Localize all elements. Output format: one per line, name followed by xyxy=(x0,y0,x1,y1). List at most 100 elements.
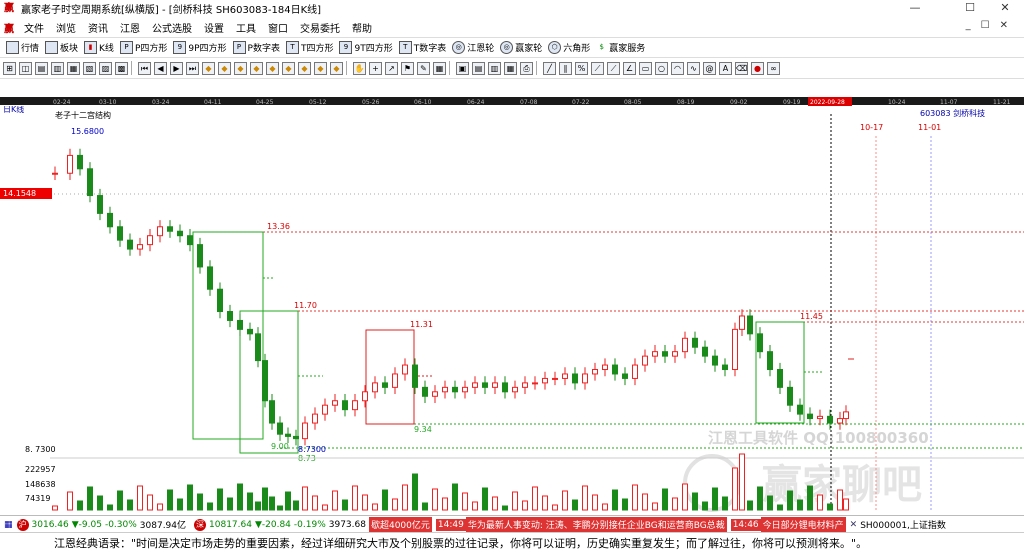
toolbar-9t-square[interactable]: 9 9T四方形 xyxy=(339,41,393,54)
infinity-icon[interactable]: ∞ xyxy=(767,61,780,75)
maximize-button[interactable]: ☐ xyxy=(955,0,985,17)
grid-tool-icon[interactable]: ▦ xyxy=(504,61,517,75)
candle-icon: ▮ xyxy=(84,41,98,54)
toolbar-quotes[interactable]: 行情 xyxy=(6,41,39,54)
candle-body xyxy=(392,373,398,388)
color-icon[interactable]: ● xyxy=(751,61,764,75)
toolbar-p-table[interactable]: P P数字表 xyxy=(232,41,280,54)
print-icon[interactable]: ⎙ xyxy=(520,61,533,75)
menu-help[interactable]: 帮助 xyxy=(346,20,378,35)
tool-icon-7[interactable]: ▨ xyxy=(99,61,112,75)
tool-icon-6[interactable]: ▧ xyxy=(83,61,96,75)
news-headline-2[interactable]: 今日部分锂电材料产 xyxy=(760,517,846,532)
price-axis-low: 8. 7300 xyxy=(25,445,56,454)
volume-bar xyxy=(107,504,113,511)
percent-icon[interactable]: % xyxy=(575,61,588,75)
menu-formula[interactable]: 公式选股 xyxy=(146,20,198,35)
prev-icon[interactable]: ◀ xyxy=(154,61,167,75)
blocks-icon xyxy=(45,41,59,54)
chart-icon[interactable]: ▦ xyxy=(433,61,446,75)
tool-icon-3[interactable]: ▤ xyxy=(35,61,48,75)
mdi-controls[interactable]: _☐✕ xyxy=(966,20,1018,31)
grid-status-icon[interactable]: ▦ xyxy=(4,520,13,530)
candle-body xyxy=(712,355,718,366)
arrow-icon[interactable]: ↗ xyxy=(385,61,398,75)
volume-bar xyxy=(167,489,173,511)
candle-body xyxy=(722,364,728,371)
tool-icon-8[interactable]: ▩ xyxy=(115,61,128,75)
rect-icon[interactable]: ▭ xyxy=(639,61,652,75)
current-code[interactable]: SH000001,上证指数 xyxy=(860,518,946,531)
app-logo-icon: 赢 xyxy=(4,2,14,14)
menu-trade[interactable]: 交易委托 xyxy=(294,20,346,35)
menu-settings[interactable]: 设置 xyxy=(198,20,230,35)
toolbar-sectors[interactable]: 板块 xyxy=(45,41,78,54)
diamond-icon-5[interactable]: ◆ xyxy=(266,61,279,75)
candle-body xyxy=(807,413,813,420)
toolbar-t-table[interactable]: T T数字表 xyxy=(398,41,446,54)
diamond-icon-9[interactable]: ◆ xyxy=(330,61,343,75)
app-menu-icon[interactable]: 赢 xyxy=(4,20,18,35)
sz-amount: 3973.68 xyxy=(328,519,366,530)
arc-icon[interactable]: ◠ xyxy=(671,61,684,75)
layout-icon[interactable]: ▥ xyxy=(488,61,501,75)
volume-bar xyxy=(227,497,233,511)
menu-browse[interactable]: 浏览 xyxy=(50,20,82,35)
toolbar-kline[interactable]: ▮ K线 xyxy=(84,41,114,54)
close-button[interactable]: ✕ xyxy=(990,0,1020,17)
pen-icon[interactable]: ✎ xyxy=(417,61,430,75)
first-icon[interactable]: ⏮ xyxy=(138,61,151,75)
diamond-icon-1[interactable]: ◆ xyxy=(202,61,215,75)
news-headline-1[interactable]: 华为最新人事变动: 汪涛、李鹏分别接任企业BG和运营商BG总裁 xyxy=(465,517,727,532)
hand-icon[interactable]: ✋ xyxy=(353,61,366,75)
candle-body xyxy=(167,226,173,232)
save-icon[interactable]: ▣ xyxy=(456,61,469,75)
text-tool-icon[interactable]: A xyxy=(719,61,732,75)
crosshair-icon[interactable]: + xyxy=(369,61,382,75)
minimize-button[interactable]: — xyxy=(900,0,930,17)
volume-bar xyxy=(67,491,73,511)
toolbar-gann-wheel[interactable]: ◎ 江恩轮 xyxy=(452,41,494,54)
cycle-icon[interactable]: ∿ xyxy=(687,61,700,75)
fan-icon[interactable]: ⟋ xyxy=(591,61,604,75)
diamond-icon-4[interactable]: ◆ xyxy=(250,61,263,75)
flag-icon[interactable]: ⚑ xyxy=(401,61,414,75)
ray-icon[interactable]: ⟋ xyxy=(607,61,620,75)
toolbar-9p-square[interactable]: 9 9P四方形 xyxy=(173,41,227,54)
diamond-icon-8[interactable]: ◆ xyxy=(314,61,327,75)
next-icon[interactable]: ▶ xyxy=(170,61,183,75)
date-tick: 02-24 xyxy=(53,99,71,106)
last-icon[interactable]: ⏭ xyxy=(186,61,199,75)
candle-body xyxy=(757,333,763,353)
diamond-icon-7[interactable]: ◆ xyxy=(298,61,311,75)
diamond-icon-3[interactable]: ◆ xyxy=(234,61,247,75)
menu-tools[interactable]: 工具 xyxy=(230,20,262,35)
kline-chart[interactable]: 江恩工具软件 QQ:100800360 赢家聊吧 日K线 老子十二宫结构 603… xyxy=(0,106,1024,515)
diamond-icon-2[interactable]: ◆ xyxy=(218,61,231,75)
tool-icon-4[interactable]: ▥ xyxy=(51,61,64,75)
tool-icon-2[interactable]: ◫ xyxy=(19,61,32,75)
menu-window[interactable]: 窗口 xyxy=(262,20,294,35)
menu-gann[interactable]: 江恩 xyxy=(114,20,146,35)
toolbar-hexagon[interactable]: ⬡ 六角形 xyxy=(548,41,590,54)
spiral-icon[interactable]: @ xyxy=(703,61,716,75)
erase-icon[interactable]: ⌫ xyxy=(735,61,748,75)
toolbar-service[interactable]: $ 赢家服务 xyxy=(596,41,646,54)
candle-body xyxy=(322,404,328,415)
table-icon[interactable]: ▤ xyxy=(472,61,485,75)
diamond-icon-6[interactable]: ◆ xyxy=(282,61,295,75)
line-tool-icon[interactable]: ╱ xyxy=(543,61,556,75)
angle-icon[interactable]: ∠ xyxy=(623,61,636,75)
toolbar-t-square[interactable]: T T四方形 xyxy=(285,41,333,54)
tool-icon-5[interactable]: ▦ xyxy=(67,61,80,75)
tool-icon-1[interactable]: ⊞ xyxy=(3,61,16,75)
candle-body xyxy=(227,311,233,321)
toolbar-winner-wheel[interactable]: ◎ 赢家轮 xyxy=(500,41,542,54)
circle-icon[interactable]: ○ xyxy=(655,61,668,75)
menu-info[interactable]: 资讯 xyxy=(82,20,114,35)
toolbar-p-square[interactable]: P P四方形 xyxy=(119,41,167,54)
future-date-label: 11-01 xyxy=(918,123,941,132)
channel-icon[interactable]: ∥ xyxy=(559,61,572,75)
menu-file[interactable]: 文件 xyxy=(18,20,50,35)
news-ticker-1[interactable]: 歇超4000亿元 xyxy=(368,517,432,532)
